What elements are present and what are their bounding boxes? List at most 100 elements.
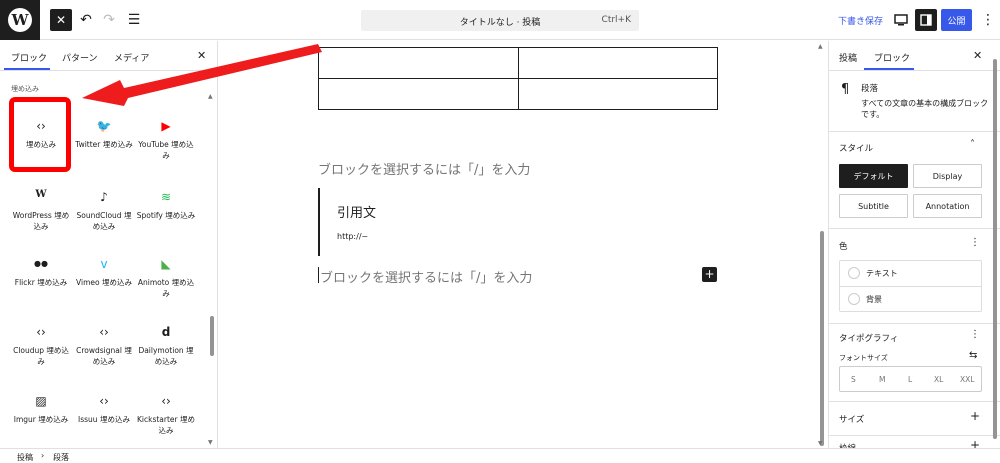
font-size-m[interactable]: M bbox=[879, 375, 885, 384]
table-cell[interactable] bbox=[517, 78, 718, 110]
typography-options-icon[interactable]: ⋮ bbox=[970, 329, 980, 340]
more-icon: ⋮ bbox=[981, 12, 995, 28]
block-item[interactable]: ‹› Issuu 埋め込み bbox=[74, 387, 134, 449]
block-item[interactable]: 🐦 Twitter 埋め込み bbox=[74, 112, 134, 174]
block-item[interactable]: ●● Flickr 埋め込み bbox=[11, 250, 71, 312]
preview-button[interactable] bbox=[891, 10, 911, 30]
block-item[interactable]: ♪ SoundCloud 埋め込み bbox=[74, 183, 134, 245]
close-inserter-button[interactable]: ✕ bbox=[50, 9, 72, 31]
imgur-icon: ▨ bbox=[35, 394, 47, 408]
category-title: 埋め込み bbox=[11, 85, 39, 93]
canvas-scroll-up-arrow[interactable]: ▲ bbox=[818, 43, 823, 50]
font-size-s[interactable]: S bbox=[851, 375, 856, 384]
chevron-up-icon[interactable]: ˄ bbox=[970, 139, 975, 150]
wordpress-icon: W bbox=[35, 189, 47, 200]
cloudup-icon: ‹› bbox=[36, 325, 46, 339]
block-item-label: Dailymotion 埋め込み bbox=[138, 346, 194, 366]
table-row bbox=[318, 47, 718, 79]
block-item[interactable]: d Dailymotion 埋め込み bbox=[136, 318, 196, 380]
table-cell[interactable] bbox=[517, 47, 718, 79]
table-cell[interactable] bbox=[318, 47, 519, 79]
scroll-down-arrow[interactable]: ▼ bbox=[208, 439, 213, 446]
list-view-button[interactable]: ☰ bbox=[123, 9, 145, 31]
block-item[interactable]: ‹› Crowdsignal 埋め込み bbox=[74, 318, 134, 380]
block-item[interactable]: ‹› Kickstarter 埋め込み bbox=[136, 387, 196, 449]
font-size-custom-icon[interactable]: ⇆ bbox=[969, 350, 977, 361]
font-size-l[interactable]: L bbox=[908, 375, 912, 384]
tab-blocks[interactable]: ブロック bbox=[11, 51, 47, 64]
document-title: タイトルなし · 投稿 bbox=[459, 18, 541, 28]
breadcrumb-post[interactable]: 投稿 bbox=[17, 452, 33, 463]
quote-block[interactable]: 引用文 http://~ bbox=[318, 188, 718, 256]
block-item-label: SoundCloud 埋め込み bbox=[76, 211, 132, 231]
block-item-label: Crowdsignal 埋め込み bbox=[76, 346, 132, 366]
style-display-button[interactable]: Display bbox=[913, 164, 982, 188]
canvas-scroll-down-arrow[interactable]: ▼ bbox=[818, 440, 823, 447]
animoto-icon: ◣ bbox=[161, 257, 171, 271]
font-size-label: フォントサイズ bbox=[839, 354, 888, 362]
block-item[interactable]: ‹› Cloudup 埋め込み bbox=[11, 318, 71, 380]
block-item[interactable]: ◣ Animoto 埋め込み bbox=[136, 250, 196, 312]
settings-sidebar: 投稿 ブロック ✕ ¶ 段落 すべての文章の基本の構成ブロックです。 スタイル … bbox=[828, 41, 1000, 448]
block-item-label: Issuu 埋め込み bbox=[78, 415, 130, 424]
block-item-label: Spotify 埋め込み bbox=[136, 211, 196, 220]
divider bbox=[829, 435, 1000, 436]
save-draft-button[interactable]: 下書き保存 bbox=[838, 14, 883, 27]
block-item-label: Imgur 埋め込み bbox=[13, 415, 69, 424]
tab-patterns[interactable]: パターン bbox=[62, 51, 98, 64]
style-subtitle-button[interactable]: Subtitle bbox=[839, 194, 908, 218]
settings-toggle-button[interactable] bbox=[915, 9, 937, 31]
close-icon: ✕ bbox=[55, 13, 67, 27]
tab-block[interactable]: ブロック bbox=[874, 51, 910, 64]
block-item-label: Flickr 埋め込み bbox=[14, 278, 68, 287]
close-inserter-icon[interactable]: ✕ bbox=[197, 49, 206, 62]
table-row bbox=[318, 78, 718, 110]
block-item[interactable]: ▶ YouTube 埋め込み bbox=[136, 112, 196, 174]
more-options-button[interactable]: ⋮ bbox=[981, 10, 995, 30]
undo-icon: ↶ bbox=[80, 12, 92, 28]
command-palette-bar[interactable]: タイトルなし · 投稿 Ctrl+K bbox=[361, 10, 639, 31]
block-item[interactable]: ≋ Spotify 埋め込み bbox=[136, 183, 196, 245]
color-background-row[interactable]: 背景 bbox=[840, 287, 981, 312]
color-options-icon[interactable]: ⋮ bbox=[970, 237, 980, 248]
plus-icon[interactable]: + bbox=[970, 409, 980, 423]
canvas-scrollbar-thumb[interactable] bbox=[820, 231, 824, 446]
block-item[interactable]: W WordPress 埋め込み bbox=[11, 183, 71, 245]
issuu-icon: ‹› bbox=[99, 394, 109, 408]
style-default-button[interactable]: デフォルト bbox=[839, 164, 908, 188]
scroll-up-arrow[interactable]: ▲ bbox=[208, 93, 213, 100]
wordpress-logo-button[interactable]: W bbox=[0, 0, 40, 40]
sidebar-tabs: 投稿 ブロック ✕ bbox=[829, 41, 1000, 71]
breadcrumb-paragraph[interactable]: 段落 bbox=[53, 452, 69, 463]
tab-media[interactable]: メディア bbox=[114, 51, 149, 64]
table-cell[interactable] bbox=[318, 78, 519, 110]
undo-button[interactable]: ↶ bbox=[75, 9, 97, 31]
top-toolbar: W ✕ ↶ ↷ ☰ タイトルなし · 投稿 Ctrl+K 下書き保存 公開 ⋮ bbox=[0, 0, 1000, 40]
styles-panel-title[interactable]: スタイル bbox=[839, 142, 873, 154]
redo-button[interactable]: ↷ bbox=[98, 9, 120, 31]
style-annotation-button[interactable]: Annotation bbox=[913, 194, 982, 218]
spotify-icon: ≋ bbox=[160, 190, 172, 204]
table-block[interactable] bbox=[318, 47, 718, 110]
add-block-button[interactable]: + bbox=[702, 267, 717, 282]
tab-post[interactable]: 投稿 bbox=[839, 51, 857, 64]
block-item[interactable]: ▨ Imgur 埋め込み bbox=[11, 387, 71, 449]
annotation-highlight-box bbox=[9, 97, 71, 172]
close-sidebar-icon[interactable]: ✕ bbox=[973, 49, 982, 62]
block-item[interactable]: v Vimeo 埋め込み bbox=[74, 250, 134, 312]
quote-citation[interactable]: http://~ bbox=[337, 232, 368, 241]
font-size-picker: S M L XL XXL bbox=[839, 366, 982, 392]
breadcrumb: 投稿 › 段落 bbox=[0, 448, 1000, 463]
inserter-tabs: ブロック パターン メディア ✕ bbox=[0, 41, 217, 71]
publish-button[interactable]: 公開 bbox=[941, 9, 972, 31]
paragraph-placeholder[interactable]: ブロックを選択するには「/」を入力 bbox=[318, 159, 530, 178]
active-tab-indicator bbox=[4, 68, 50, 70]
inserter-scrollbar-thumb[interactable] bbox=[210, 316, 214, 356]
plus-icon[interactable]: + bbox=[970, 438, 980, 448]
font-size-xxl[interactable]: XXL bbox=[960, 375, 974, 384]
font-size-xl[interactable]: XL bbox=[934, 375, 943, 384]
sidebar-scrollbar-thumb[interactable] bbox=[993, 59, 997, 439]
paragraph-placeholder-active[interactable]: ブロックを選択するには「/」を入力 bbox=[320, 267, 532, 286]
color-text-row[interactable]: テキスト bbox=[840, 261, 981, 286]
quote-text[interactable]: 引用文 bbox=[337, 202, 376, 221]
